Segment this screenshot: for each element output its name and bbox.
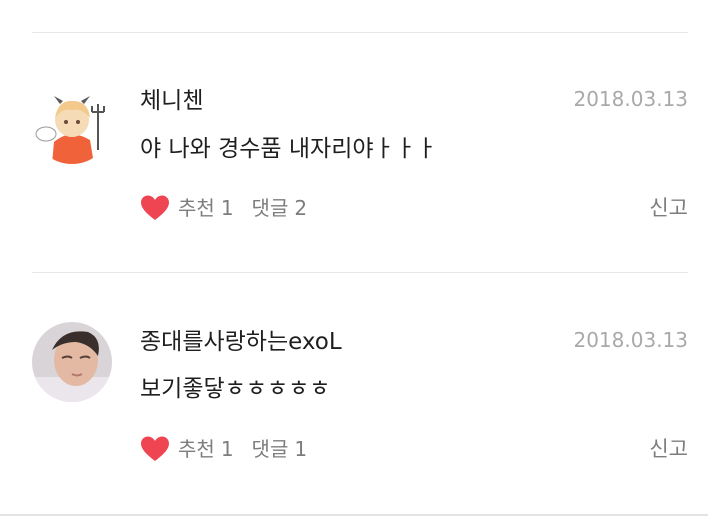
top-divider [32, 32, 688, 33]
devil-chibi-avatar-icon [32, 84, 112, 164]
user-avatar[interactable] [32, 322, 112, 402]
reply-count: 1 [294, 437, 308, 461]
heart-icon[interactable] [140, 435, 170, 463]
like-count: 1 [220, 196, 234, 220]
like-button[interactable]: 추천 [178, 194, 215, 222]
bottom-divider [0, 514, 708, 516]
heart-icon[interactable] [140, 194, 170, 222]
reply-label: 댓글 [251, 437, 289, 461]
like-count: 1 [220, 437, 234, 461]
comment-text: 야 나와 경수품 내자리야ㅏㅏㅏ [140, 136, 438, 162]
reply-button[interactable]: 댓글 2 [252, 194, 308, 222]
comment-text: 보기좋닿ㅎㅎㅎㅎㅎ [140, 376, 331, 402]
reply-count: 2 [294, 196, 308, 220]
username[interactable]: 체니첸 [140, 86, 203, 116]
username[interactable]: 종대를사랑하는exoL [140, 327, 342, 357]
comment-date: 2018.03.13 [573, 328, 688, 352]
reply-label: 댓글 [251, 196, 289, 220]
report-button[interactable]: 신고 [649, 192, 688, 224]
comment-date: 2018.03.13 [573, 87, 688, 111]
photo-portrait-avatar-icon [32, 322, 112, 402]
like-button[interactable]: 추천 [178, 435, 215, 463]
comment-divider [32, 272, 688, 273]
reply-button[interactable]: 댓글 1 [252, 435, 308, 463]
user-avatar[interactable] [32, 84, 112, 164]
report-button[interactable]: 신고 [649, 433, 688, 465]
comment-actions: 추천 1 댓글 2 [140, 192, 307, 224]
comment-actions: 추천 1 댓글 1 [140, 433, 307, 465]
